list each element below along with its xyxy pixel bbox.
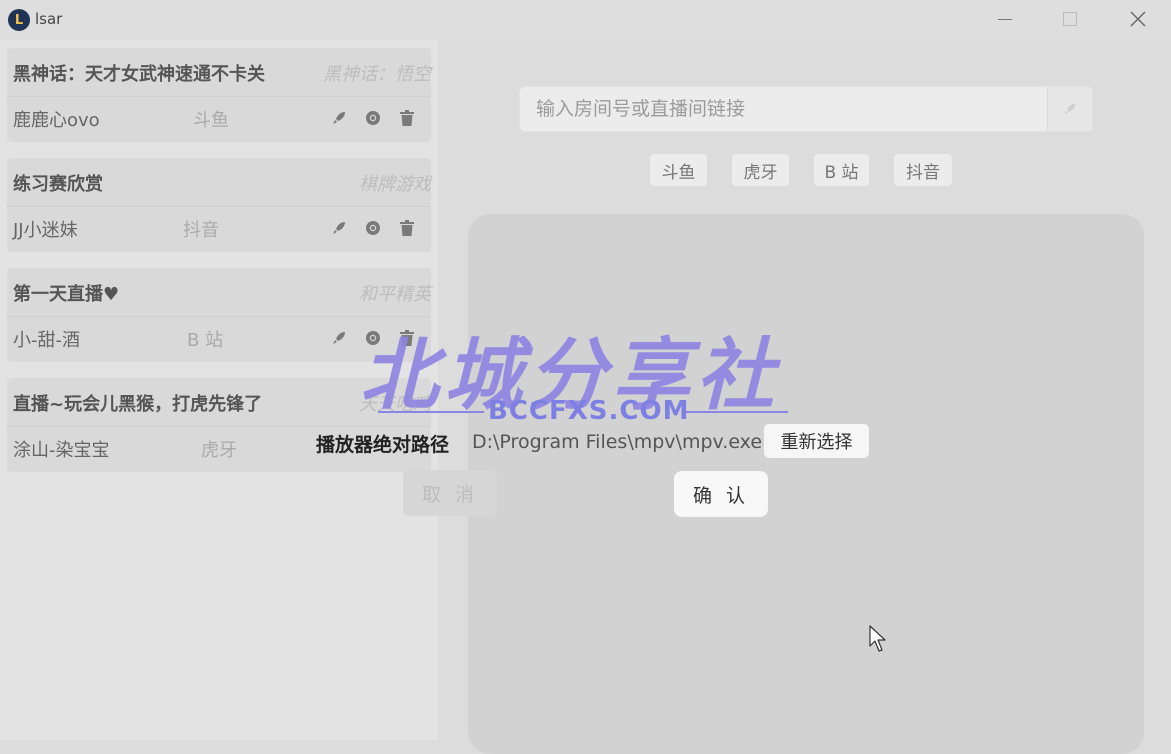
watermark-subtitle: BCCFXS.COM <box>488 396 690 426</box>
mouse-cursor-icon <box>869 625 886 652</box>
room-anchor: JJ小迷妹 <box>13 220 78 241</box>
maximize-icon <box>1063 12 1077 26</box>
card-divider <box>7 426 431 427</box>
search-button[interactable] <box>1047 87 1092 131</box>
player-path-value: D:\Program Files\mpv\mpv.exe <box>472 431 763 453</box>
platform-button-douyin[interactable]: 抖音 <box>894 154 952 186</box>
minimize-button[interactable] <box>985 6 1025 32</box>
room-platform: 斗鱼 <box>193 110 229 131</box>
close-button[interactable] <box>1118 6 1158 32</box>
player-path-label: 播放器绝对路径 <box>316 434 450 456</box>
search-bar <box>519 86 1093 132</box>
minimize-icon <box>998 18 1012 20</box>
room-card[interactable]: 黑神话：天才女武神速通不卡关 黑神话：悟空 鹿鹿心ovo 斗鱼 <box>7 48 431 142</box>
app-logo-icon: L <box>8 9 30 31</box>
rocket-icon[interactable] <box>329 108 349 128</box>
platform-button-huya[interactable]: 虎牙 <box>732 154 789 186</box>
rocket-icon[interactable] <box>329 328 349 348</box>
room-title: 黑神话：天才女武神速通不卡关 <box>13 64 265 85</box>
room-anchor: 小-甜-酒 <box>13 330 80 351</box>
platform-button-douyu[interactable]: 斗鱼 <box>650 154 707 186</box>
room-platform: 抖音 <box>183 220 219 241</box>
room-anchor: 鹿鹿心ovo <box>13 110 100 131</box>
watermark-line-left <box>378 411 484 413</box>
room-title: 练习赛欣赏 <box>13 174 103 195</box>
watermark-line-right <box>686 411 788 413</box>
room-category: 黑神话：悟空 <box>323 64 431 85</box>
chrome-icon[interactable] <box>363 218 383 238</box>
confirm-button[interactable]: 确 认 <box>674 471 768 517</box>
content-panel <box>468 214 1144 754</box>
room-search-input[interactable] <box>520 87 1048 131</box>
room-category: 和平精英 <box>359 284 431 305</box>
rocket-icon[interactable] <box>329 218 349 238</box>
chrome-icon[interactable] <box>363 108 383 128</box>
room-platform: B 站 <box>187 330 224 351</box>
trash-icon[interactable] <box>397 218 417 238</box>
title-bar: L lsar <box>0 0 1171 38</box>
reselect-button[interactable]: 重新选择 <box>764 424 869 458</box>
window-title: lsar <box>35 10 63 28</box>
rocket-icon <box>1064 103 1076 115</box>
cancel-button[interactable]: 取 消 <box>403 470 497 516</box>
room-title: 第一天直播♥ <box>13 284 120 305</box>
room-anchor: 涂山-染宝宝 <box>13 440 110 461</box>
card-divider <box>7 96 431 97</box>
room-platform: 虎牙 <box>201 440 237 461</box>
room-category: 棋牌游戏 <box>359 174 431 195</box>
maximize-button[interactable] <box>1050 6 1090 32</box>
close-icon <box>1130 11 1146 27</box>
trash-icon[interactable] <box>397 108 417 128</box>
room-card[interactable]: 练习赛欣赏 棋牌游戏 JJ小迷妹 抖音 <box>7 158 431 252</box>
room-title: 直播~玩会儿黑猴，打虎先锋了 <box>13 394 263 415</box>
card-divider <box>7 206 431 207</box>
platform-button-bilibili[interactable]: B 站 <box>814 154 869 186</box>
